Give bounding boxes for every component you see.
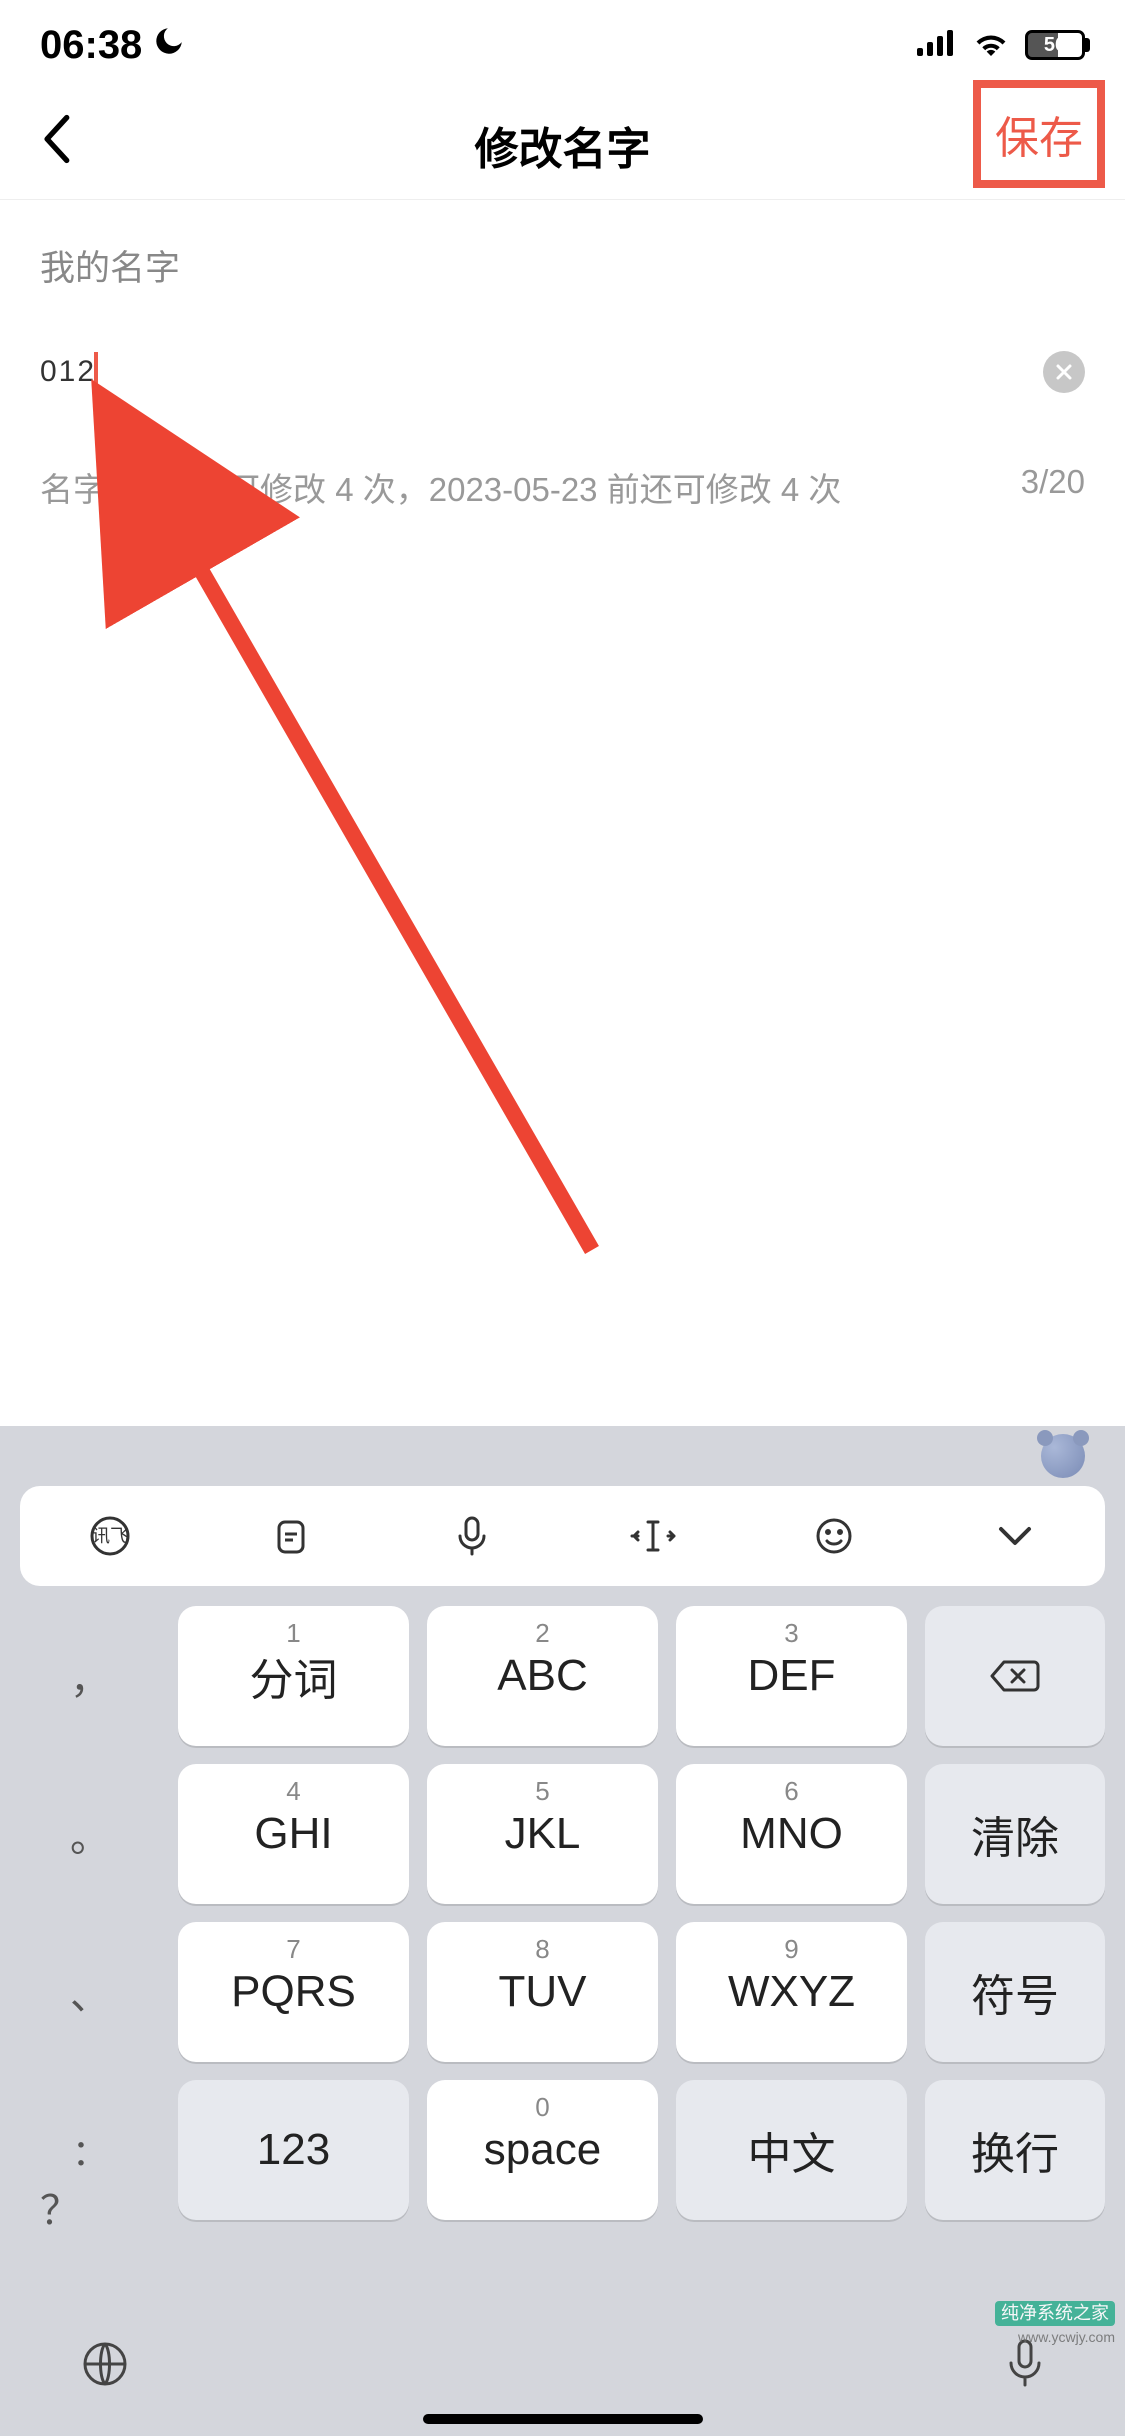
mic-icon[interactable]: [447, 1511, 497, 1561]
page-title: 修改名字: [0, 113, 1125, 177]
key-4-ghi[interactable]: 4GHI: [178, 1764, 409, 1904]
lang-key[interactable]: 中文: [676, 2080, 907, 2220]
key-123[interactable]: 123: [178, 2080, 409, 2220]
keyboard: 讯飞 ， 1分词 2ABC 3DEF 。 4GHI 5JKL 6MNO 清除 、…: [0, 1426, 1125, 2436]
key-7-pqrs[interactable]: 7PQRS: [178, 1922, 409, 2062]
key-2-abc[interactable]: 2ABC: [427, 1606, 658, 1746]
status-time: 06:38: [40, 23, 142, 68]
clear-key[interactable]: 清除: [925, 1764, 1105, 1904]
key-5-jkl[interactable]: 5JKL: [427, 1764, 658, 1904]
status-bar: 06:38 56: [0, 0, 1125, 90]
svg-text:讯飞: 讯飞: [92, 1526, 128, 1546]
key-8-tuv[interactable]: 8TUV: [427, 1922, 658, 2062]
punct-key-period[interactable]: 。: [20, 1764, 160, 1904]
section-label: 我的名字: [40, 240, 1085, 291]
battery-icon: 56: [1025, 30, 1085, 60]
home-indicator: [423, 2414, 703, 2424]
key-6-mno[interactable]: 6MNO: [676, 1764, 907, 1904]
nav-bar: 修改名字 保存: [0, 90, 1125, 200]
globe-icon[interactable]: [80, 2339, 130, 2394]
key-1-fenci[interactable]: 1分词: [178, 1606, 409, 1746]
keyboard-toolbar: 讯飞: [20, 1486, 1105, 1586]
hint-text: 名字 30 天内可修改 4 次，2023-05-23 前还可修改 4 次: [40, 463, 841, 511]
key-9-wxyz[interactable]: 9WXYZ: [676, 1922, 907, 2062]
char-counter: 3/20: [1021, 463, 1085, 511]
cellular-icon: [917, 30, 957, 61]
cursor-move-icon[interactable]: [628, 1511, 678, 1561]
backspace-key[interactable]: [925, 1606, 1105, 1746]
symbol-key[interactable]: 符号: [925, 1922, 1105, 2062]
return-key[interactable]: 换行: [925, 2080, 1105, 2220]
clear-input-button[interactable]: [1043, 351, 1085, 393]
space-key[interactable]: 0space: [427, 2080, 658, 2220]
punct-key-question[interactable]: ？: [40, 2178, 80, 2236]
keyboard-avatar-icon[interactable]: [1041, 1434, 1085, 1478]
xunfei-icon[interactable]: 讯飞: [85, 1511, 135, 1561]
key-3-def[interactable]: 3DEF: [676, 1606, 907, 1746]
punct-key-comma[interactable]: ，: [20, 1606, 160, 1746]
chevron-down-icon[interactable]: [990, 1511, 1040, 1561]
watermark: 纯净系统之家 www.ycwjy.com: [995, 2301, 1115, 2348]
name-input[interactable]: 012: [40, 355, 96, 389]
clipboard-icon[interactable]: [266, 1511, 316, 1561]
save-button[interactable]: 保存: [973, 80, 1105, 188]
moon-icon: [152, 23, 186, 68]
emoji-icon[interactable]: [809, 1511, 859, 1561]
back-button[interactable]: [30, 104, 82, 186]
wifi-icon: [973, 30, 1009, 61]
name-input-row: 012: [40, 351, 1085, 393]
punct-key-pause[interactable]: 、: [20, 1922, 160, 2062]
text-cursor: [94, 352, 98, 392]
